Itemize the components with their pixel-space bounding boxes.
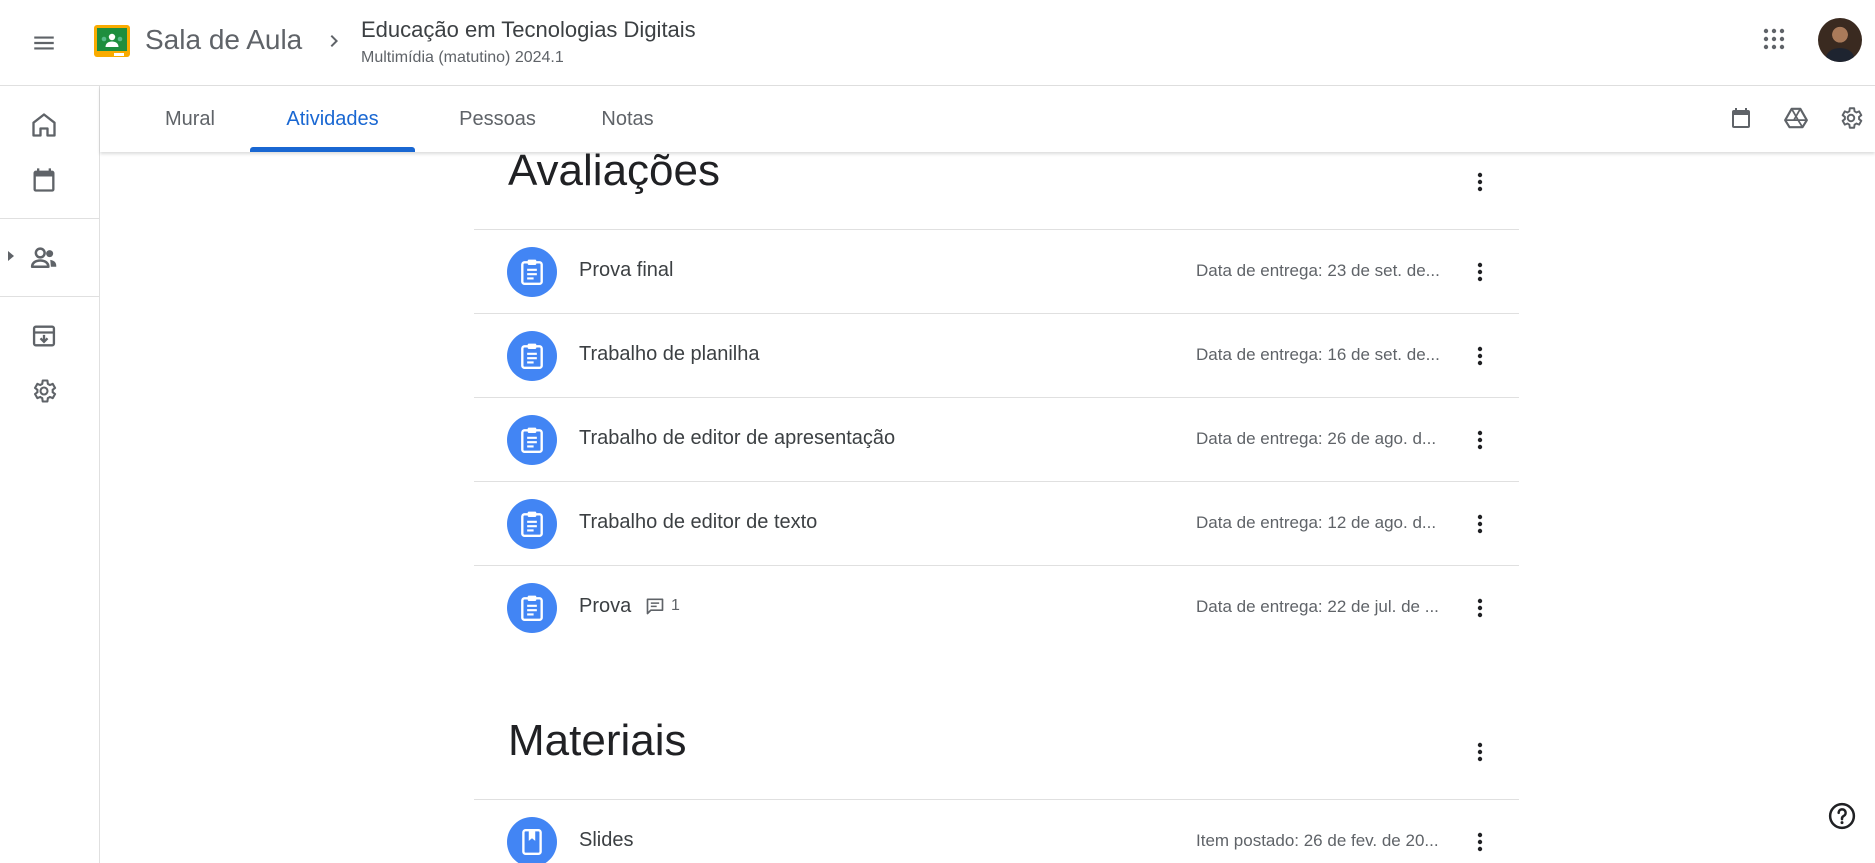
item-title: Trabalho de editor de texto: [579, 511, 818, 533]
topic-more-icon[interactable]: [1458, 160, 1502, 204]
expand-caret-icon[interactable]: [4, 249, 18, 263]
item-title: Trabalho de editor de apresentação: [579, 427, 896, 449]
settings-icon[interactable]: [20, 367, 68, 415]
archive-icon[interactable]: [20, 312, 68, 360]
classroom-logo[interactable]: [94, 25, 130, 57]
course-tabs: Mural Atividades Pessoas Notas: [100, 86, 1875, 152]
item-more-icon[interactable]: [1458, 250, 1502, 294]
calendar-icon[interactable]: [20, 156, 68, 204]
assignment-icon: [507, 415, 557, 465]
assignment-icon: [507, 499, 557, 549]
item-title: Slides: [579, 829, 634, 851]
comment-count-value: 1: [671, 597, 680, 614]
assignment-icon: [507, 247, 557, 297]
list-item[interactable]: Trabalho de planilha Data de entrega: 16…: [474, 314, 1519, 398]
help-icon[interactable]: [1820, 794, 1864, 838]
tab-atividades[interactable]: Atividades: [250, 86, 415, 152]
item-more-icon[interactable]: [1458, 502, 1502, 546]
topic-more-icon[interactable]: [1458, 730, 1502, 774]
top-app-bar: Sala de Aula Educação em Tecnologias Dig…: [0, 0, 1875, 86]
item-more-icon[interactable]: [1458, 820, 1502, 863]
assignment-icon: [507, 583, 557, 633]
course-section: Multimídia (matutino) 2024.1: [361, 49, 564, 66]
google-calendar-icon[interactable]: [1719, 96, 1763, 140]
assignment-icon: [507, 331, 557, 381]
item-due-date: Data de entrega: 16 de set. de...: [1196, 345, 1440, 364]
class-settings-icon[interactable]: [1829, 96, 1873, 140]
material-icon: [507, 817, 557, 863]
item-more-icon[interactable]: [1458, 418, 1502, 462]
topic-title: Materiais: [508, 716, 687, 765]
topic-title: Avaliações: [508, 152, 720, 195]
item-due-date: Data de entrega: 26 de ago. d...: [1196, 429, 1437, 448]
course-title[interactable]: Educação em Tecnologias Digitais: [361, 17, 696, 43]
avatar[interactable]: [1818, 18, 1862, 62]
item-due-date: Data de entrega: 12 de ago. d...: [1196, 513, 1437, 532]
classwork-content: Avaliações Prova final Data de entrega: …: [100, 152, 1875, 863]
home-icon[interactable]: [20, 101, 68, 149]
list-item[interactable]: Trabalho de editor de apresentação Data …: [474, 398, 1519, 482]
item-more-icon[interactable]: [1458, 334, 1502, 378]
main-menu-icon[interactable]: [20, 19, 68, 67]
item-title: Trabalho de planilha: [579, 343, 760, 365]
tab-mural[interactable]: Mural: [150, 86, 230, 152]
rail-divider: [0, 296, 99, 297]
comment-count: 1: [645, 596, 680, 616]
app-name[interactable]: Sala de Aula: [145, 24, 302, 56]
item-due-date: Data de entrega: 23 de set. de...: [1196, 261, 1440, 280]
list-item[interactable]: Prova final Data de entrega: 23 de set. …: [474, 230, 1519, 314]
google-drive-icon[interactable]: [1774, 96, 1818, 140]
item-title: Prova: [579, 595, 632, 617]
active-tab-indicator: [250, 147, 415, 152]
list-item[interactable]: Trabalho de editor de texto Data de entr…: [474, 482, 1519, 566]
google-apps-icon[interactable]: [1752, 17, 1796, 61]
item-posted-date: Item postado: 26 de fev. de 20...: [1196, 831, 1439, 850]
item-title: Prova final: [579, 259, 674, 281]
item-more-icon[interactable]: [1458, 586, 1502, 630]
tab-notas[interactable]: Notas: [580, 86, 675, 152]
list-item[interactable]: Prova 1 Data de entrega: 22 de jul. de .…: [474, 566, 1519, 650]
tab-pessoas[interactable]: Pessoas: [435, 86, 560, 152]
comment-icon: [645, 596, 665, 616]
rail-divider: [0, 218, 99, 219]
breadcrumb-chevron-icon: [322, 29, 346, 53]
navigation-rail: [0, 86, 100, 863]
people-icon[interactable]: [20, 234, 68, 282]
list-item[interactable]: Slides Item postado: 26 de fev. de 20...: [474, 800, 1519, 863]
item-due-date: Data de entrega: 22 de jul. de ...: [1196, 597, 1439, 616]
